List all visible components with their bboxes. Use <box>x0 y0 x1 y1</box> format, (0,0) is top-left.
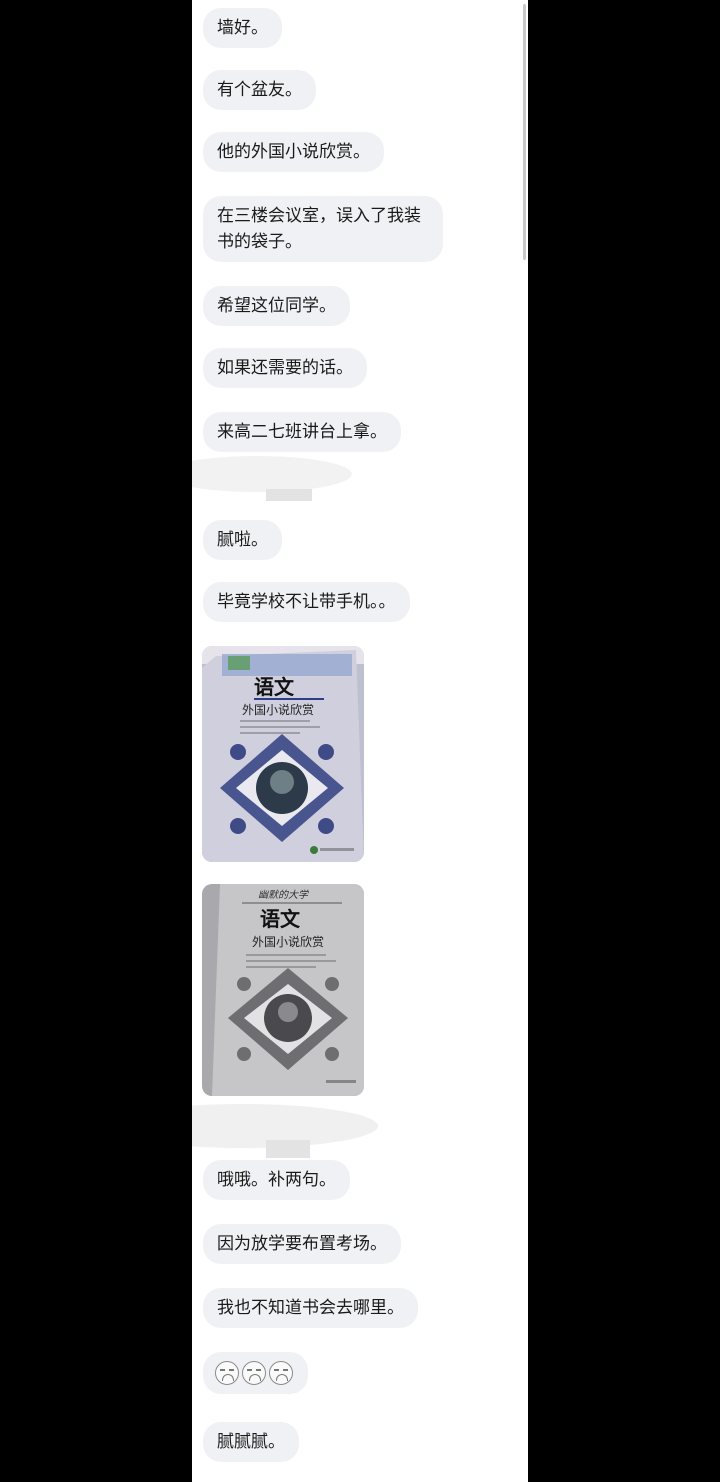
book-title-text: 语文 <box>260 907 301 931</box>
redacted-avatar <box>266 1140 310 1158</box>
message-bubble[interactable]: 如果还需要的话。 <box>203 348 367 388</box>
message-bubble[interactable]: 他的外国小说欣赏。 <box>203 132 384 172</box>
scrollbar[interactable] <box>523 4 526 260</box>
chat-panel: 墙好。 有个盆友。 他的外国小说欣赏。 在三楼会议室，误入了我装书的袋子。 希望… <box>192 0 528 1482</box>
message-bubble[interactable]: 腻腻腻。 <box>203 1422 299 1462</box>
message-bubble[interactable]: 毕竟学校不让带手机。。 <box>203 582 410 622</box>
message-bubble[interactable]: 希望这位同学。 <box>203 286 350 326</box>
handwritten-note: 幽默的大学 <box>258 889 309 901</box>
message-bubble[interactable]: 在三楼会议室，误入了我装书的袋子。 <box>203 196 443 262</box>
message-bubble[interactable]: 我也不知道书会去哪里。 <box>203 1288 418 1328</box>
book-subtitle-text: 外国小说欣赏 <box>252 934 324 949</box>
message-bubble[interactable]: 哦哦。补两句。 <box>203 1160 350 1200</box>
message-bubble[interactable]: 腻啦。 <box>203 520 282 560</box>
redacted-avatar <box>266 489 312 501</box>
message-bubble[interactable]: 墙好。 <box>203 8 282 48</box>
grimace-emoji-icon <box>215 1361 239 1385</box>
message-bubble[interactable]: 有个盆友。 <box>203 70 316 110</box>
grimace-emoji-icon <box>242 1361 266 1385</box>
book-photo-2[interactable]: 幽默的大学 语文 外国小说欣赏 <box>202 884 364 1096</box>
book-subtitle-text: 外国小说欣赏 <box>242 702 314 717</box>
emoji-message[interactable] <box>203 1352 308 1394</box>
redacted-name-smudge <box>192 456 352 492</box>
grimace-emoji-icon <box>269 1361 293 1385</box>
book-title-text: 语文 <box>254 675 295 699</box>
message-bubble[interactable]: 因为放学要布置考场。 <box>203 1224 401 1264</box>
book-cover-image: 幽默的大学 语文 外国小说欣赏 <box>202 884 364 1096</box>
message-bubble[interactable]: 来高二七班讲台上拿。 <box>203 412 401 452</box>
book-cover-image: 语文 外国小说欣赏 <box>202 646 364 862</box>
book-photo-1[interactable]: 语文 外国小说欣赏 <box>202 646 364 862</box>
